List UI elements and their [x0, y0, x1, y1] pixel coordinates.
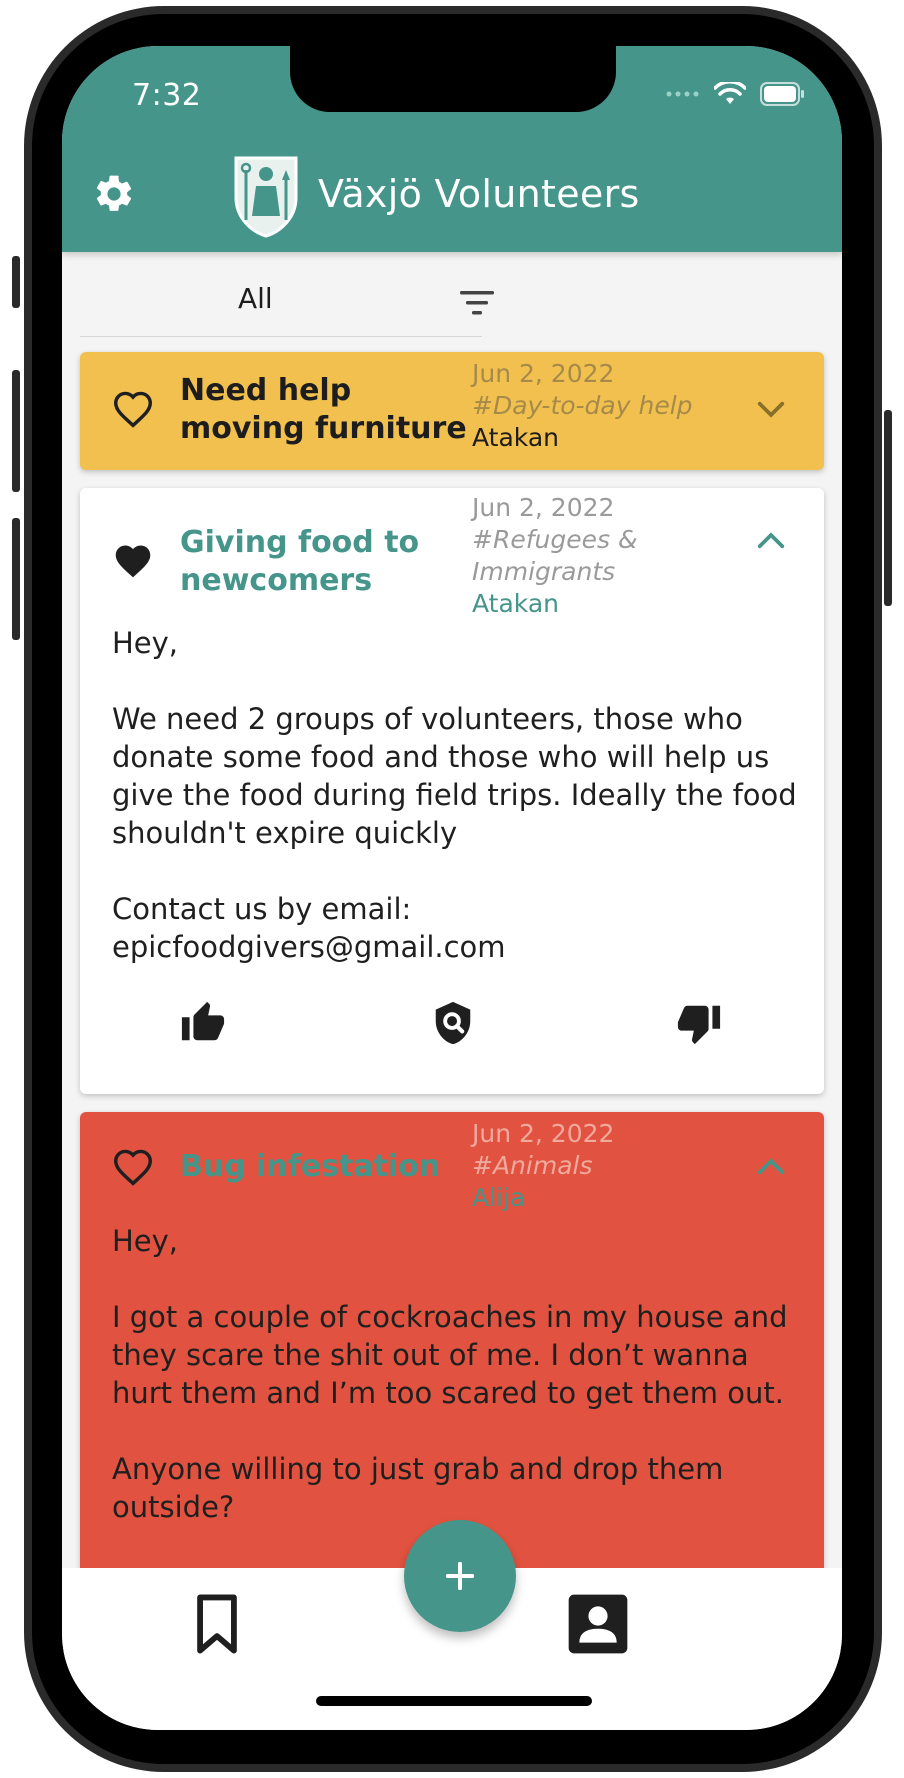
heart-outline-icon[interactable] [112, 390, 154, 428]
post-meta: Jun 2, 2022 #Day-to-day help Atakan [472, 358, 722, 454]
post-date: Jun 2, 2022 [472, 359, 615, 388]
filter-icon[interactable] [458, 288, 496, 318]
post-body: Hey, I got a couple of cockroaches in my… [112, 1224, 788, 1524]
filter-selected-value: All [238, 282, 273, 315]
heart-outline-icon[interactable] [112, 1148, 154, 1186]
bookmark-icon[interactable] [188, 1592, 246, 1656]
cellular-signal-icon [666, 91, 699, 97]
post-date: Jun 2, 2022 [472, 493, 615, 522]
post-card[interactable]: Need help moving furniture Jun 2, 2022 #… [80, 352, 824, 470]
post-date: Jun 2, 2022 [472, 1119, 615, 1148]
category-filter-dropdown[interactable]: All [80, 252, 494, 337]
silent-switch [12, 256, 20, 308]
post-author: Atakan [472, 423, 559, 452]
chevron-up-icon[interactable] [756, 530, 786, 550]
post-card[interactable]: Giving food to newcomers Jun 2, 2022 #Re… [80, 488, 824, 1094]
post-title: Bug infestation [180, 1149, 441, 1184]
chevron-up-icon[interactable] [756, 1156, 786, 1176]
post-author: Alija [472, 1183, 526, 1212]
post-body: Hey, We need 2 groups of volunteers, tho… [112, 626, 797, 964]
post-category: #Animals [472, 1151, 593, 1180]
battery-icon [760, 82, 804, 106]
post-category: #Day-to-day help [472, 391, 693, 420]
chevron-down-icon[interactable] [756, 400, 786, 420]
status-time: 7:32 [132, 78, 202, 113]
shield-search-icon[interactable] [430, 1000, 476, 1046]
app-screen: 7:32 Växjö Volunteers All Need help movi… [62, 46, 842, 1730]
crest-logo [234, 156, 298, 238]
post-actions [80, 1000, 824, 1050]
post-meta: Jun 2, 2022 #Refugees & Immigrants Ataka… [472, 492, 722, 620]
thumbs-down-icon[interactable] [676, 1000, 722, 1046]
post-feed: Need help moving furniture Jun 2, 2022 #… [80, 352, 824, 1650]
post-title: Giving food to newcomers [180, 525, 420, 598]
volume-down-button [12, 518, 20, 640]
app-header: 7:32 Växjö Volunteers [62, 46, 842, 252]
heart-filled-icon[interactable] [112, 542, 154, 580]
home-indicator [316, 1696, 592, 1706]
post-category: #Refugees & Immigrants [472, 525, 638, 586]
add-post-button[interactable] [404, 1520, 516, 1632]
post-title: Need help moving furniture [180, 373, 467, 446]
status-icons [666, 82, 806, 106]
volume-up-button [12, 370, 20, 492]
profile-icon[interactable] [566, 1592, 630, 1656]
thumbs-up-icon[interactable] [180, 1000, 226, 1046]
camera-notch [290, 46, 616, 112]
plus-icon [446, 1562, 474, 1590]
power-button [884, 410, 892, 606]
app-title: Växjö Volunteers [318, 172, 640, 216]
wifi-icon [714, 82, 746, 104]
gear-icon[interactable] [92, 172, 136, 216]
post-meta: Jun 2, 2022 #Animals Alija [472, 1118, 722, 1214]
post-author: Atakan [472, 589, 559, 618]
